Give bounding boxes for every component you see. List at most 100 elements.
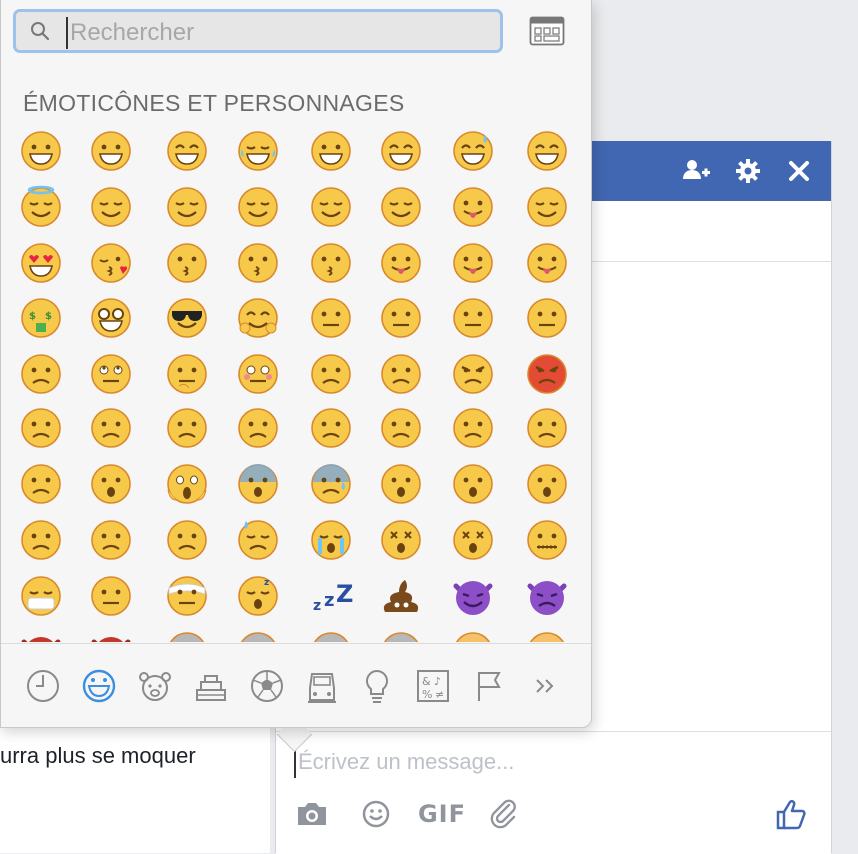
emoji-kissing-smiling-eyes[interactable] xyxy=(236,241,280,285)
emoji-partial[interactable] xyxy=(236,630,280,642)
close-icon[interactable] xyxy=(783,155,815,196)
emoji-stuck-out-tongue-closed-eyes[interactable] xyxy=(451,241,495,285)
emoji-fearful[interactable] xyxy=(236,462,280,506)
emoji-sob[interactable] xyxy=(309,518,353,562)
search-box[interactable] xyxy=(13,9,503,53)
category-symbols-icon[interactable]: & ♪% ≠ xyxy=(413,666,453,706)
emoji-angry[interactable] xyxy=(451,352,495,396)
emoji-hushed[interactable] xyxy=(379,462,423,506)
emoji-hugging[interactable] xyxy=(236,296,280,340)
category-travel-icon[interactable] xyxy=(302,666,342,706)
emoji-partial[interactable] xyxy=(19,630,63,642)
emoji-smirk[interactable] xyxy=(309,296,353,340)
emoji-smiley[interactable] xyxy=(309,129,353,173)
emoji-zipper-mouth[interactable] xyxy=(525,518,569,562)
emoji-rage[interactable] xyxy=(525,352,569,396)
paperclip-icon[interactable] xyxy=(486,794,522,834)
emoji-thermometer-face[interactable] xyxy=(89,574,133,618)
emoji-frowning-open[interactable] xyxy=(451,462,495,506)
category-food-icon[interactable] xyxy=(191,666,231,706)
emoji-stuck-out-tongue-winking[interactable] xyxy=(379,241,423,285)
emoji-grinning[interactable] xyxy=(19,129,63,173)
emoji-flushed[interactable] xyxy=(236,352,280,396)
emoji-tired[interactable] xyxy=(451,406,495,450)
category-smileys-icon[interactable] xyxy=(79,666,119,706)
emoji-partial[interactable] xyxy=(525,630,569,642)
emoji-innocent[interactable] xyxy=(19,185,63,229)
emoji-poop[interactable] xyxy=(379,574,423,618)
emoji-neutral[interactable] xyxy=(451,296,495,340)
emoji-grimacing[interactable] xyxy=(89,129,133,173)
emoji-thinking[interactable] xyxy=(165,352,209,396)
emoji-unamused[interactable] xyxy=(19,352,63,396)
camera-icon[interactable] xyxy=(294,794,330,834)
emoji-money-mouth[interactable]: $ $ xyxy=(19,296,63,340)
category-flags-icon[interactable] xyxy=(469,666,509,706)
category-animals-icon[interactable] xyxy=(135,666,175,706)
emoji-sweat[interactable] xyxy=(236,518,280,562)
emoji-slight-frown[interactable] xyxy=(165,406,209,450)
emoji-scream[interactable] xyxy=(165,462,209,506)
search-input[interactable] xyxy=(66,17,492,49)
emoji-sweat-smile[interactable] xyxy=(451,129,495,173)
emoji-sleepy[interactable] xyxy=(165,518,209,562)
emoji-nerd[interactable] xyxy=(89,296,133,340)
emoji-kissing-heart[interactable] xyxy=(89,241,133,285)
emoji-partial[interactable] xyxy=(309,630,353,642)
emoji-cold-sweat[interactable] xyxy=(309,462,353,506)
emoji-partial[interactable] xyxy=(165,630,209,642)
emoji-icon[interactable] xyxy=(358,794,394,834)
emoji-relieved[interactable] xyxy=(525,185,569,229)
emoji-rolling-eyes[interactable] xyxy=(89,352,133,396)
message-input[interactable] xyxy=(294,746,800,778)
category-recent-icon[interactable] xyxy=(23,666,63,706)
emoji-dizzy[interactable] xyxy=(379,518,423,562)
emoji-sleeping[interactable]: z xyxy=(236,574,280,618)
emoji-upside-down[interactable] xyxy=(309,185,353,229)
add-friend-icon[interactable] xyxy=(680,155,712,196)
emoji-disappointed[interactable] xyxy=(309,352,353,396)
emoji-sunglasses[interactable] xyxy=(165,296,209,340)
emoji-anguished[interactable] xyxy=(525,462,569,506)
emoji-imp[interactable] xyxy=(525,574,569,618)
emoji-wink[interactable] xyxy=(89,185,133,229)
emoji-kissing[interactable] xyxy=(165,241,209,285)
emoji-confounded[interactable] xyxy=(379,406,423,450)
emoji-pensive[interactable] xyxy=(19,406,63,450)
emoji-partial[interactable] xyxy=(89,630,133,642)
emoji-smile[interactable] xyxy=(379,129,423,173)
gear-icon[interactable] xyxy=(732,155,764,196)
emoji-confused[interactable] xyxy=(89,406,133,450)
emoji-kissing-closed-eyes[interactable] xyxy=(309,241,353,285)
emoji-grin[interactable] xyxy=(165,129,209,173)
emoji-heart-eyes[interactable] xyxy=(19,241,63,285)
emoji-stuck-out-tongue[interactable] xyxy=(525,241,569,285)
emoji-zzz[interactable]: zzZ xyxy=(309,574,353,618)
emoji-smiling-imp[interactable] xyxy=(451,574,495,618)
category-objects-icon[interactable] xyxy=(357,666,397,706)
emoji-weary[interactable] xyxy=(525,406,569,450)
emoji-persevere[interactable] xyxy=(309,406,353,450)
emoji-relaxed[interactable] xyxy=(379,185,423,229)
emoji-no-mouth[interactable] xyxy=(379,296,423,340)
emoji-astonished[interactable] xyxy=(451,518,495,562)
category-sports-icon[interactable] xyxy=(247,666,287,706)
emoji-blush[interactable] xyxy=(165,185,209,229)
emoji-worried[interactable] xyxy=(379,352,423,396)
emoji-joy[interactable] xyxy=(236,129,280,173)
emoji-expressionless[interactable] xyxy=(525,296,569,340)
emoji-mask[interactable] xyxy=(19,574,63,618)
thumbs-up-icon[interactable] xyxy=(772,794,812,834)
emoji-open-mouth[interactable] xyxy=(89,462,133,506)
category-more-icon[interactable] xyxy=(525,666,565,706)
gif-button[interactable]: GIF xyxy=(416,794,468,834)
character-viewer-icon[interactable] xyxy=(529,16,565,46)
emoji-partial[interactable] xyxy=(451,630,495,642)
emoji-triumph[interactable] xyxy=(19,462,63,506)
emoji-cry[interactable] xyxy=(19,518,63,562)
emoji-disappointed-relieved[interactable] xyxy=(89,518,133,562)
emoji-head-bandage[interactable] xyxy=(165,574,209,618)
emoji-partial[interactable] xyxy=(379,630,423,642)
emoji-laughing[interactable] xyxy=(525,129,569,173)
emoji-yum[interactable] xyxy=(451,185,495,229)
